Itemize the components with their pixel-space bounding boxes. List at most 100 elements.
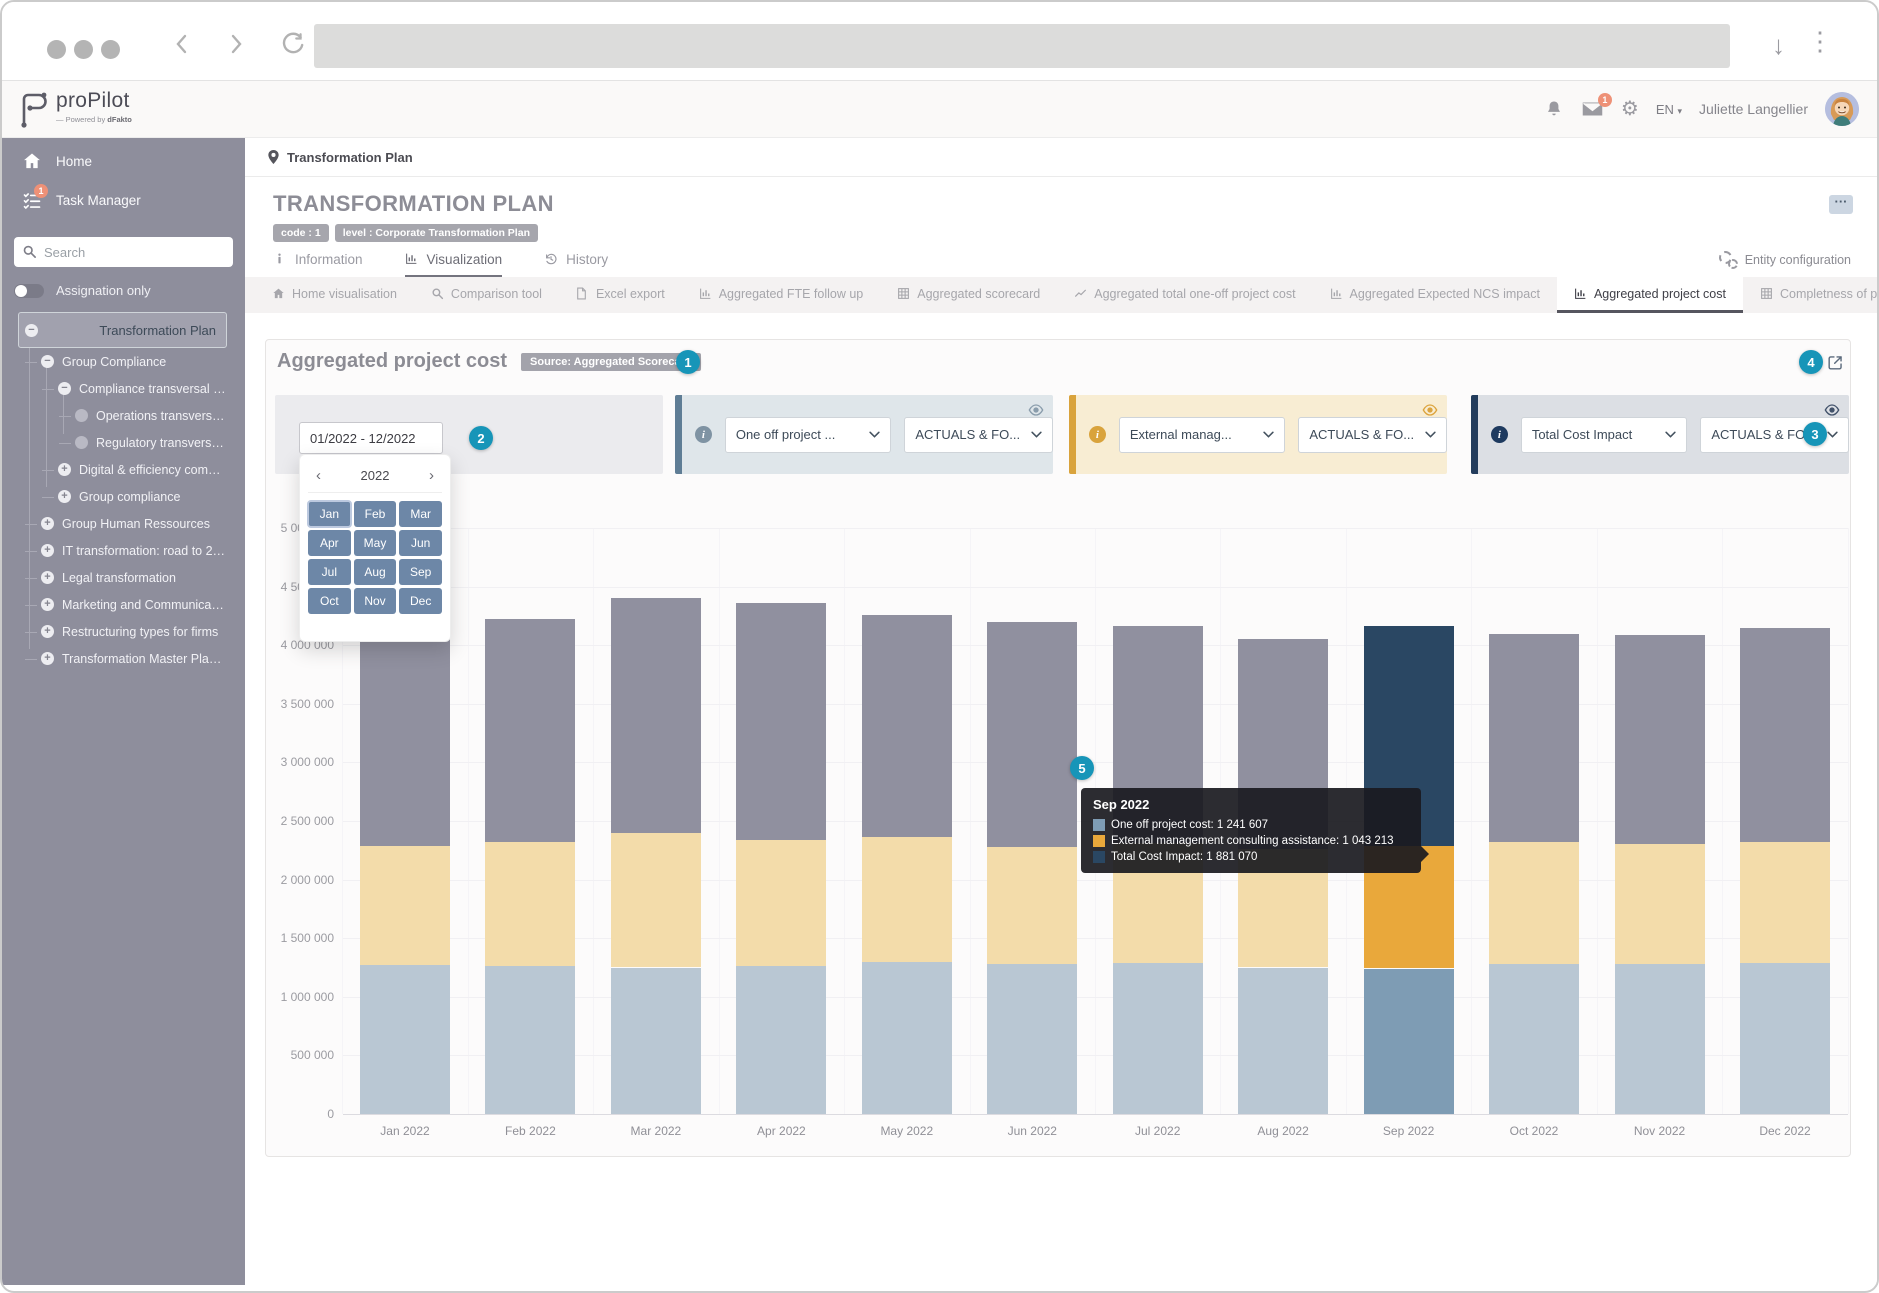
subtab-aggregated-total-one-off-project-cost[interactable]: Aggregated total one-off project cost	[1057, 277, 1312, 313]
subtab-aggregated-scorecard[interactable]: Aggregated scorecard	[880, 277, 1057, 313]
subtab-comparison-tool[interactable]: Comparison tool	[414, 277, 559, 313]
bar-segment[interactable]	[736, 603, 826, 840]
bar-segment[interactable]	[1615, 635, 1705, 845]
bar-segment[interactable]	[611, 968, 701, 1115]
sidebar-item-task-manager[interactable]: 1 Task Manager	[2, 184, 245, 223]
back-icon[interactable]	[170, 32, 194, 56]
breadcrumb-label[interactable]: Transformation Plan	[287, 150, 413, 165]
bar-segment[interactable]	[1238, 968, 1328, 1115]
bar-segment[interactable]	[736, 840, 826, 967]
search-input[interactable]	[14, 237, 233, 267]
avatar[interactable]	[1825, 92, 1859, 126]
tree-item[interactable]: Regulatory transversal ...	[18, 429, 227, 456]
calendar-month-dec[interactable]: Dec	[399, 588, 442, 614]
calendar-prev-icon[interactable]: ‹	[316, 467, 321, 484]
tab-visualization[interactable]: Visualization	[405, 252, 503, 277]
subtab-home-visualisation[interactable]: Home visualisation	[255, 277, 414, 313]
calendar-month-nov[interactable]: Nov	[354, 588, 397, 614]
entity-configuration-button[interactable]: Entity configuration	[1719, 251, 1851, 269]
mail-icon[interactable]: 1	[1581, 100, 1604, 118]
calendar-month-feb[interactable]: Feb	[354, 501, 397, 527]
assignation-toggle[interactable]	[14, 284, 44, 298]
expand-plus-icon[interactable]: +	[41, 571, 54, 584]
subtab-completness-of-projects[interactable]: Completness of projects	[1743, 277, 1879, 313]
tree-item[interactable]: +Marketing and Communicati...	[18, 591, 227, 618]
calendar-month-mar[interactable]: Mar	[399, 501, 442, 527]
collapse-minus-icon[interactable]: −	[41, 355, 54, 368]
bar-segment[interactable]	[1489, 964, 1579, 1114]
calendar-month-jun[interactable]: Jun	[399, 530, 442, 556]
calendar-month-apr[interactable]: Apr	[308, 530, 351, 556]
bar-segment[interactable]	[987, 622, 1077, 847]
bell-icon[interactable]	[1544, 99, 1564, 119]
bar-segment[interactable]	[862, 615, 952, 838]
bar-segment[interactable]	[987, 847, 1077, 964]
bar-segment[interactable]	[1615, 964, 1705, 1114]
calendar-month-may[interactable]: May	[354, 530, 397, 556]
bar-segment[interactable]	[862, 962, 952, 1114]
tree-item[interactable]: −Compliance transversal pr...	[18, 375, 227, 402]
tree-item[interactable]: +Transformation Master Plan -...	[18, 645, 227, 672]
propilot-logo[interactable]: proPilot — Powered by dFakto	[16, 89, 132, 129]
expand-plus-icon[interactable]: +	[58, 463, 71, 476]
expand-plus-icon[interactable]: +	[41, 544, 54, 557]
tree-item[interactable]: +Restructuring types for firms	[18, 618, 227, 645]
bar-segment[interactable]	[1740, 628, 1830, 843]
tab-history[interactable]: History	[544, 252, 608, 277]
tree-item[interactable]: −Transformation Plan	[18, 312, 227, 348]
calendar-month-oct[interactable]: Oct	[308, 588, 351, 614]
leaf-node-icon[interactable]	[75, 436, 88, 449]
bar-segment[interactable]	[1615, 844, 1705, 964]
tree-item[interactable]: +Group compliance	[18, 483, 227, 510]
bar-segment[interactable]	[1740, 963, 1830, 1114]
bar-segment[interactable]	[611, 833, 701, 968]
bar-segment[interactable]	[485, 619, 575, 842]
gear-icon[interactable]: ⚙	[1621, 99, 1639, 119]
bar-segment[interactable]	[1489, 842, 1579, 964]
calendar-month-jan[interactable]: Jan	[308, 501, 351, 527]
user-name[interactable]: Juliette Langellier	[1699, 101, 1808, 117]
expand-plus-icon[interactable]: +	[41, 598, 54, 611]
kebab-menu-icon[interactable]: ⋮	[1807, 28, 1833, 54]
subtab-excel-export[interactable]: Excel export	[559, 277, 682, 313]
address-bar[interactable]	[314, 24, 1730, 68]
subtab-aggregated-expected-ncs-impact[interactable]: Aggregated Expected NCS impact	[1313, 277, 1557, 313]
calendar-month-aug[interactable]: Aug	[354, 559, 397, 585]
more-button[interactable]: ···	[1829, 195, 1853, 214]
expand-plus-icon[interactable]: +	[41, 625, 54, 638]
sidebar-item-home[interactable]: Home	[2, 138, 245, 184]
tree-item[interactable]: +Group Human Ressources	[18, 510, 227, 537]
bar-segment[interactable]	[485, 966, 575, 1114]
tree-item[interactable]: +Digital & efficiency compli...	[18, 456, 227, 483]
bar-segment[interactable]	[485, 842, 575, 966]
tab-information[interactable]: Information	[273, 252, 363, 277]
subtab-aggregated-project-cost[interactable]: Aggregated project cost	[1557, 277, 1743, 313]
forward-icon[interactable]	[224, 32, 248, 56]
bar-segment[interactable]	[736, 966, 826, 1114]
expand-plus-icon[interactable]: +	[41, 517, 54, 530]
language-dropdown[interactable]: EN ▾	[1656, 102, 1682, 117]
bar-segment[interactable]	[611, 598, 701, 832]
calendar-month-sep[interactable]: Sep	[399, 559, 442, 585]
collapse-minus-icon[interactable]: −	[58, 382, 71, 395]
collapse-minus-icon[interactable]: −	[25, 324, 38, 337]
download-icon[interactable]: ↓	[1772, 32, 1785, 58]
refresh-icon[interactable]	[280, 32, 306, 58]
tree-item[interactable]: −Group Compliance	[18, 348, 227, 375]
bar-segment[interactable]	[1740, 842, 1830, 963]
bar-segment[interactable]	[1489, 634, 1579, 843]
leaf-node-icon[interactable]	[75, 409, 88, 422]
bar-segment[interactable]	[987, 964, 1077, 1114]
bar-segment[interactable]	[1113, 963, 1203, 1114]
bar-segment[interactable]	[862, 837, 952, 961]
calendar-next-icon[interactable]: ›	[429, 467, 434, 484]
bar-segment[interactable]	[360, 846, 450, 966]
calendar-month-jul[interactable]: Jul	[308, 559, 351, 585]
tree-item[interactable]: Operations transversal ...	[18, 402, 227, 429]
tree-item[interactable]: +Legal transformation	[18, 564, 227, 591]
expand-plus-icon[interactable]: +	[58, 490, 71, 503]
expand-plus-icon[interactable]: +	[41, 652, 54, 665]
bar-segment[interactable]	[1364, 969, 1454, 1115]
bar-segment[interactable]	[360, 965, 450, 1114]
subtab-aggregated-fte-follow-up[interactable]: Aggregated FTE follow up	[682, 277, 881, 313]
